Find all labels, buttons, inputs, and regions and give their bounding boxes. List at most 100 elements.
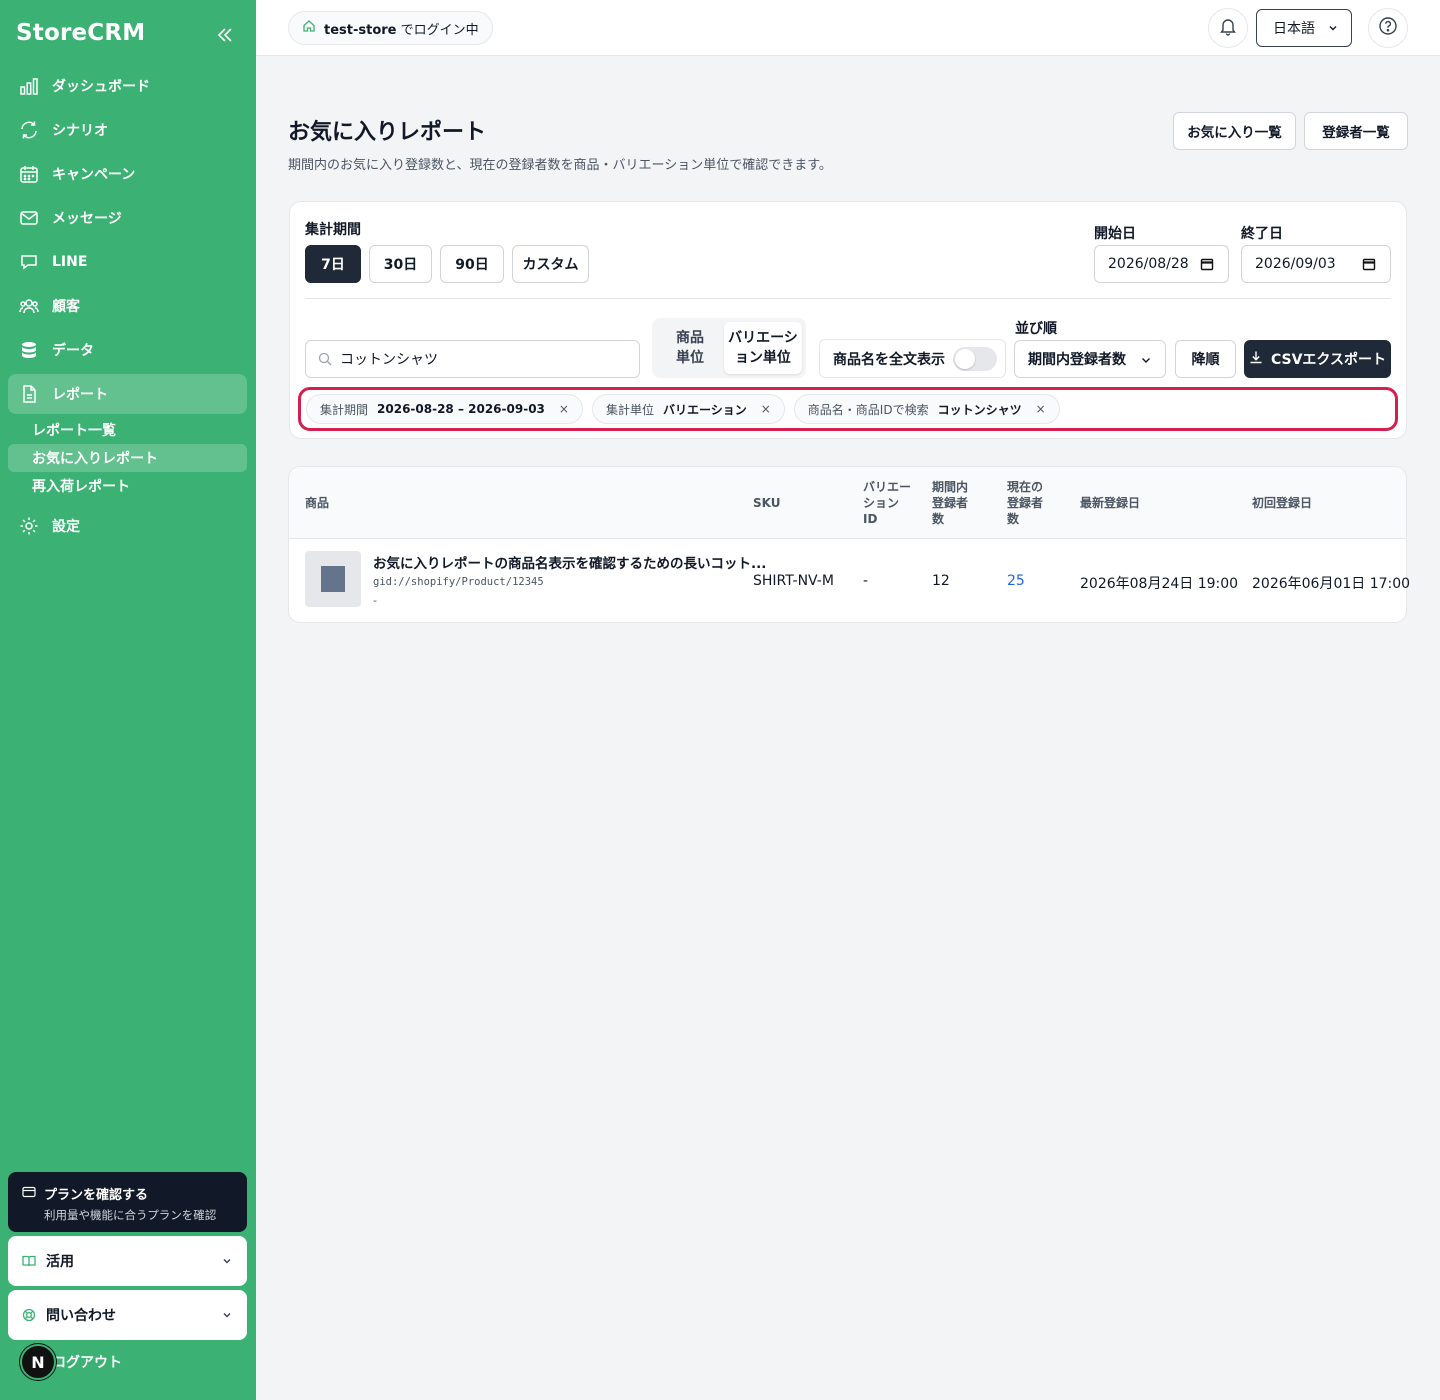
cell-variation-id: -	[863, 573, 869, 589]
filter-divider	[305, 298, 1391, 299]
users-icon	[18, 295, 40, 317]
sidebar-item-label: 顧客	[52, 299, 80, 315]
sidebar-item-label: 設定	[52, 519, 80, 535]
language-value: 日本語	[1273, 21, 1315, 37]
sidebar: StoreCRM ダッシュボード シナリオ キャンペーン メッセージ LINE …	[0, 0, 256, 1400]
store-suffix: でログイン中	[400, 22, 479, 38]
sidebar-item-line[interactable]: LINE	[8, 242, 247, 282]
plan-banner[interactable]: プランを確認する 利用量や機能に合うプランを確認	[8, 1172, 247, 1232]
book-icon	[22, 1254, 36, 1268]
submenu-restock-report[interactable]: 再入荷レポート	[8, 472, 247, 500]
sidebar-item-label: レポート	[52, 387, 108, 403]
close-icon[interactable]: ×	[559, 402, 569, 416]
submenu-report-list[interactable]: レポート一覧	[8, 416, 247, 444]
logout-button[interactable]: N ログアウト	[20, 1344, 122, 1380]
filter-chip-unit: 集計単位 バリエーション ×	[591, 394, 785, 424]
topbar: test-store でログイン中 日本語	[256, 0, 1440, 56]
sidebar-item-message[interactable]: メッセージ	[8, 198, 247, 238]
brand-logo: StoreCRM	[16, 20, 146, 46]
contact-label: 問い合わせ	[46, 1308, 116, 1324]
close-icon[interactable]: ×	[1036, 402, 1046, 416]
period-label: 集計期間	[305, 222, 361, 238]
sidebar-item-settings[interactable]: 設定	[8, 506, 247, 546]
notifications-button[interactable]	[1208, 8, 1248, 48]
fullname-label: 商品名を全文表示	[833, 351, 945, 368]
file-icon	[18, 383, 40, 405]
column-sku: SKU	[753, 496, 781, 510]
start-date-input[interactable]: 2026/08/28	[1094, 245, 1229, 283]
calendar-icon	[1362, 257, 1376, 271]
end-date-label: 終了日	[1241, 226, 1283, 242]
search-value: コットンシャツ	[340, 352, 438, 368]
start-date-value: 2026/08/28	[1108, 256, 1189, 272]
cell-first: 2026年06月01日 17:00	[1252, 576, 1411, 592]
language-select[interactable]: 日本語	[1256, 9, 1352, 47]
product-gid: gid://shopify/Product/12345	[373, 576, 544, 588]
sidebar-item-customers[interactable]: 顧客	[8, 286, 247, 326]
column-latest: 最新登録日	[1080, 496, 1141, 510]
search-icon	[318, 352, 332, 366]
sidebar-item-scenario[interactable]: シナリオ	[8, 110, 247, 150]
cell-latest: 2026年08月24日 19:00	[1080, 576, 1239, 592]
avatar: N	[20, 1344, 56, 1380]
plan-subtitle: 利用量や機能に合うプランを確認	[44, 1208, 217, 1222]
database-icon	[18, 339, 40, 361]
bar-chart-icon	[18, 75, 40, 97]
aggregation-unit-toggle: 商品 単位 バリエーシ ョン単位	[652, 318, 806, 378]
question-icon	[1378, 16, 1398, 40]
cell-current-count-link[interactable]: 25	[1007, 573, 1025, 589]
unit-product-button[interactable]: 商品 単位	[656, 322, 724, 374]
csv-export-button[interactable]: CSVエクスポート	[1244, 340, 1391, 378]
calendar-icon	[1200, 257, 1214, 271]
end-date-value: 2026/09/03	[1255, 256, 1336, 272]
report-submenu: レポート一覧 お気に入りレポート 再入荷レポート	[8, 416, 247, 500]
close-icon[interactable]: ×	[761, 402, 771, 416]
column-period-count: 期間内 登録者数	[932, 480, 969, 526]
subscribers-list-button[interactable]: 登録者一覧	[1304, 112, 1408, 150]
table-header	[289, 467, 1406, 539]
help-button[interactable]	[1368, 8, 1408, 48]
page-title: お気に入りレポート	[288, 120, 487, 145]
product-variant: -	[373, 594, 377, 607]
end-date-input[interactable]: 2026/09/03	[1241, 245, 1391, 283]
column-current-count: 現在の 登録者数	[1007, 480, 1044, 526]
cell-sku: SHIRT-NV-M	[753, 573, 834, 589]
fullname-switch[interactable]	[953, 346, 997, 371]
lifebuoy-icon	[22, 1308, 36, 1322]
sidebar-item-dashboard[interactable]: ダッシュボード	[8, 66, 247, 106]
contact-accordion[interactable]: 問い合わせ	[8, 1290, 247, 1340]
sidebar-item-data[interactable]: データ	[8, 330, 247, 370]
usage-accordion[interactable]: 活用	[8, 1236, 247, 1286]
submenu-favorite-report[interactable]: お気に入りレポート	[8, 444, 247, 472]
sort-select[interactable]: 期間内登録者数	[1014, 340, 1166, 378]
bell-icon	[1218, 16, 1238, 40]
period-7d-button[interactable]: 7日	[305, 245, 361, 283]
sort-order-button[interactable]: 降順	[1175, 340, 1236, 378]
csv-export-label: CSVエクスポート	[1270, 352, 1387, 368]
calendar-icon	[18, 163, 40, 185]
column-variation-id: バリエー ション ID	[863, 480, 912, 526]
collapse-sidebar-icon[interactable]	[214, 24, 236, 46]
sidebar-item-label: シナリオ	[52, 123, 108, 139]
chevron-down-icon	[1139, 353, 1153, 367]
sidebar-nav: ダッシュボード シナリオ キャンペーン メッセージ LINE 顧客 データ レポ…	[8, 66, 247, 550]
mail-icon	[18, 207, 40, 229]
sidebar-item-report[interactable]: レポート	[8, 374, 247, 414]
sidebar-item-label: LINE	[52, 254, 88, 270]
chevron-down-icon	[1327, 22, 1339, 34]
unit-variation-button[interactable]: バリエーシ ョン単位	[723, 322, 802, 374]
gear-icon	[18, 515, 40, 537]
active-filter-chips: 集計期間 2026-08-28 – 2026-09-03 × 集計単位 バリエーショ…	[298, 387, 1398, 431]
sidebar-item-campaign[interactable]: キャンペーン	[8, 154, 247, 194]
store-indicator: test-store でログイン中	[288, 11, 493, 45]
product-name[interactable]: お気に入りレポートの商品名表示を確認するための長いコット...	[373, 552, 766, 572]
logout-label: ログアウト	[52, 1355, 122, 1371]
period-30d-button[interactable]: 30日	[369, 245, 432, 283]
cell-period-count: 12	[932, 573, 950, 589]
period-90d-button[interactable]: 90日	[440, 245, 504, 283]
refresh-icon	[18, 119, 40, 141]
chevron-down-icon	[221, 1255, 233, 1267]
period-custom-button[interactable]: カスタム	[512, 245, 589, 283]
search-input[interactable]: コットンシャツ	[305, 340, 640, 378]
favorites-list-button[interactable]: お気に入り一覧	[1173, 112, 1296, 150]
